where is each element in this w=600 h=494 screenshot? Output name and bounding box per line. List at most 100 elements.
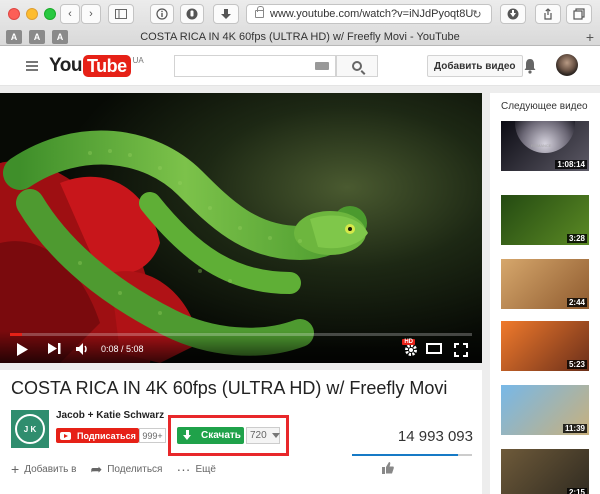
add-video-button[interactable]: Добавить видео — [427, 55, 523, 77]
share-button[interactable] — [535, 4, 561, 24]
bell-icon[interactable] — [523, 58, 537, 74]
theater-icon — [426, 343, 442, 354]
add-to-label: Добавить в — [24, 463, 77, 475]
plus-icon: + — [11, 461, 20, 477]
subscribe-label: Подписаться — [77, 430, 136, 441]
fullscreen-button[interactable] — [454, 343, 468, 360]
like-button[interactable] — [382, 462, 394, 477]
avatar[interactable] — [556, 54, 578, 76]
download-arrow-icon — [183, 430, 192, 441]
keyboard-icon[interactable] — [315, 62, 329, 70]
volume-button[interactable] — [76, 343, 90, 358]
chevron-down-icon — [271, 433, 280, 438]
lock-icon — [255, 6, 264, 18]
channel-name[interactable]: Jacob + Katie Schwarz — [56, 410, 164, 421]
share-icon — [544, 8, 552, 20]
subscribe-button[interactable]: Подписаться — [56, 428, 139, 443]
progress-fill — [10, 333, 22, 336]
tab-bar: A A A COSTA RICA IN 4K 60fps (ULTRA HD) … — [0, 28, 600, 46]
thumbnail-caption: ROMANCE — [531, 143, 552, 148]
address-bar[interactable]: www.youtube.com/watch?v=iNJdPyoqt8U — [246, 4, 492, 24]
back-button[interactable]: ‹ — [60, 4, 80, 24]
downloads-button[interactable] — [500, 4, 526, 24]
youtube-play-icon — [60, 431, 71, 440]
fullscreen-icon — [454, 343, 468, 357]
snake-video-frame — [0, 93, 482, 363]
share-video-button[interactable]: ➦ Поделиться — [90, 462, 162, 476]
skip-next-icon — [48, 343, 61, 354]
youtube-logo[interactable]: You Tube UA — [49, 55, 144, 77]
more-label: Ещё — [195, 463, 216, 475]
action-bar: + Добавить в ➦ Поделиться ··· Ещё — [11, 462, 230, 476]
url-text: www.youtube.com/watch?v=iNJdPyoqt8U — [270, 8, 474, 20]
download-button[interactable]: Скачать — [177, 427, 244, 444]
thumbs-up-icon — [382, 462, 394, 474]
video-title: COSTA RICA IN 4K 60fps (ULTRA HD) w/ Fre… — [11, 378, 448, 398]
moon-graphic — [515, 121, 575, 153]
logo-you: You — [49, 55, 82, 76]
close-window-button[interactable] — [8, 8, 20, 20]
search-input[interactable] — [174, 55, 336, 77]
video-info: COSTA RICA IN 4K 60fps (ULTRA HD) w/ Fre… — [0, 370, 482, 494]
share-arrow-icon: ➦ — [90, 461, 103, 477]
download-helper-button[interactable] — [213, 4, 239, 24]
more-button[interactable]: ··· Ещё — [176, 462, 215, 476]
up-next-thumbnail[interactable]: 3:28 — [501, 195, 589, 245]
quality-value: 720 — [250, 430, 267, 441]
up-next-thumbnail[interactable]: 2:44 — [501, 259, 589, 309]
up-next-thumbnail[interactable]: 2:15 — [501, 449, 589, 494]
progress-bar[interactable] — [10, 333, 472, 336]
new-tab-button[interactable]: + — [586, 29, 594, 45]
up-next-sidebar: Следующее видео ROMANCE 1:08:14 3:28 2:44 5:… — [490, 93, 600, 494]
country-code: UA — [132, 56, 144, 65]
gear-icon — [405, 344, 417, 356]
sidebar-toggle-button[interactable] — [108, 4, 134, 24]
channel-initials: J K — [15, 414, 45, 444]
tab-title[interactable]: COSTA RICA IN 4K 60fps (ULTRA HD) w/ Fre… — [0, 31, 600, 43]
next-button[interactable] — [48, 343, 61, 357]
up-next-thumbnail[interactable]: 5:23 — [501, 321, 589, 371]
time-display: 0:08 / 5:08 — [101, 344, 144, 354]
play-icon — [17, 343, 28, 356]
info-icon — [156, 8, 168, 20]
up-next-heading: Следующее видео — [501, 101, 588, 112]
theater-mode-button[interactable] — [426, 343, 442, 357]
search-icon — [352, 61, 362, 71]
up-next-thumbnail[interactable]: ROMANCE 1:08:14 — [501, 121, 589, 171]
minimize-window-button[interactable] — [26, 8, 38, 20]
sidebar-icon — [115, 9, 127, 19]
settings-button[interactable] — [404, 343, 418, 360]
browser-chrome: ‹ › www.youtube.com/watch?v=iNJdPyoqt8U … — [0, 0, 600, 46]
shield-icon — [186, 8, 198, 20]
shield-extension-button[interactable] — [180, 4, 204, 24]
download-highlight-box: Скачать 720 — [168, 415, 289, 456]
video-player[interactable]: 0:08 / 5:08 HD — [0, 93, 482, 363]
duration-badge: 2:44 — [566, 298, 587, 307]
download-label: Скачать — [201, 430, 241, 441]
duration-badge: 11:39 — [562, 424, 587, 433]
reload-button[interactable]: ↻ — [468, 6, 486, 22]
reader-button[interactable] — [150, 4, 174, 24]
menu-icon[interactable] — [26, 61, 38, 71]
forward-button[interactable]: › — [81, 4, 101, 24]
logo-tube: Tube — [82, 55, 131, 77]
like-ratio-bar — [352, 454, 472, 456]
chevron-left-icon: ‹ — [68, 8, 72, 20]
up-next-thumbnail[interactable]: 11:39 — [501, 385, 589, 435]
channel-avatar[interactable]: J K — [11, 410, 49, 448]
duration-badge: 2:15 — [566, 488, 587, 494]
player-controls: 0:08 / 5:08 HD — [0, 331, 482, 363]
quality-select[interactable]: 720 — [246, 427, 280, 444]
tabs-overview-button[interactable] — [566, 4, 592, 24]
play-button[interactable] — [16, 343, 28, 359]
volume-icon — [76, 343, 87, 355]
download-circle-icon — [507, 8, 519, 20]
search-button[interactable] — [336, 55, 378, 77]
view-count: 14 993 093 — [397, 428, 473, 445]
reload-icon: ↻ — [472, 8, 482, 21]
zoom-window-button[interactable] — [44, 8, 56, 20]
duration-badge: 3:28 — [566, 234, 587, 243]
add-to-button[interactable]: + Добавить в — [11, 462, 76, 476]
subscriber-count: 999+ — [139, 428, 166, 443]
chevron-right-icon: › — [89, 8, 93, 20]
